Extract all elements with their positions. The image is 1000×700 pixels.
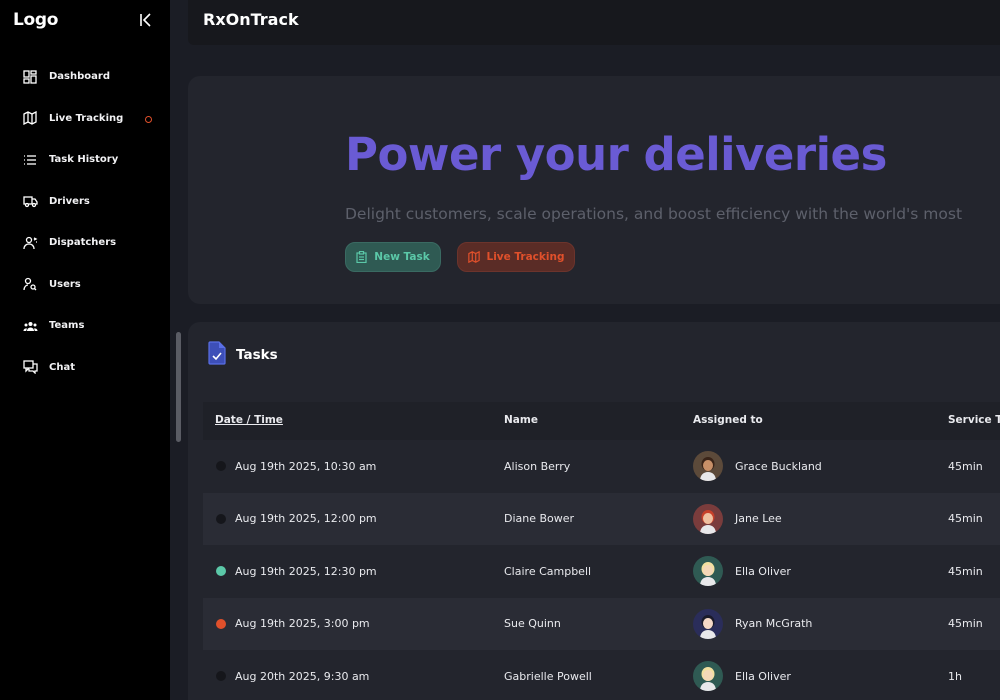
cell-name: Alison Berry: [504, 459, 571, 473]
map-icon: [467, 251, 480, 263]
cell-service-time: 45min: [948, 564, 983, 578]
chat-icon: [22, 359, 38, 375]
avatar: [693, 503, 723, 534]
sidebar-nav: Dashboard Live Tracking Task History Dri…: [0, 56, 170, 388]
sidebar-item-teams[interactable]: Teams: [0, 305, 170, 347]
sidebar-item-dashboard[interactable]: Dashboard: [0, 56, 170, 98]
top-header: RxOnTrack: [188, 0, 1000, 45]
cell-assigned: Jane Lee: [693, 493, 782, 546]
scrollbar[interactable]: [176, 332, 181, 442]
sidebar-item-label: Teams: [49, 320, 85, 332]
page-title: RxOnTrack: [203, 10, 299, 29]
sidebar-item-drivers[interactable]: Drivers: [0, 181, 170, 223]
live-tracking-button[interactable]: Live Tracking: [457, 242, 575, 272]
sidebar-item-label: Live Tracking: [49, 112, 124, 124]
hero-title: Power your deliveries: [345, 128, 887, 181]
cell-service-time: 45min: [948, 459, 983, 473]
new-task-button[interactable]: New Task: [345, 242, 441, 272]
status-dot: [216, 566, 226, 576]
sidebar: Logo Dashboard Live Tracking Task Histor…: [0, 0, 170, 700]
avatar: [693, 661, 723, 692]
map-icon: [22, 110, 38, 126]
avatar: [693, 451, 723, 482]
assignee-name: Ryan McGrath: [735, 617, 813, 631]
table-row[interactable]: Aug 19th 2025, 12:30 pm Claire Campbell El…: [203, 545, 1000, 598]
list-icon: [22, 152, 38, 168]
clipboard-icon: [356, 251, 367, 263]
cell-name: Claire Campbell: [504, 564, 592, 578]
avatar: [693, 608, 723, 639]
column-header-datetime[interactable]: Date / Time: [215, 414, 283, 426]
column-header-assigned: Assigned to: [693, 414, 763, 426]
hero-banner: Power your deliveries Delight customers,…: [188, 76, 1000, 304]
status-dot: [216, 513, 226, 524]
sidebar-item-label: Users: [49, 278, 81, 290]
sidebar-item-label: Dashboard: [49, 71, 110, 83]
sidebar-item-label: Chat: [49, 361, 75, 373]
dispatcher-icon: [22, 235, 38, 251]
status-dot: [216, 461, 226, 471]
logo[interactable]: Logo: [13, 10, 58, 30]
sidebar-item-live-tracking[interactable]: Live Tracking: [0, 98, 170, 140]
task-document-icon: [207, 341, 227, 369]
notification-dot: [145, 115, 152, 123]
cell-name: Diane Bower: [504, 512, 575, 526]
cell-assigned: Grace Buckland: [693, 440, 822, 493]
cell-assigned: Ella Oliver: [693, 545, 791, 598]
assignee-name: Grace Buckland: [735, 459, 822, 473]
cell-service-time: 45min: [948, 617, 983, 631]
table-row[interactable]: Aug 19th 2025, 12:00 pm Diane Bower Jane L…: [203, 492, 1000, 546]
sidebar-item-users[interactable]: Users: [0, 264, 170, 306]
cell-service-time: 45min: [948, 512, 983, 526]
sidebar-item-chat[interactable]: Chat: [0, 347, 170, 389]
table-row[interactable]: Aug 20th 2025, 9:30 am Gabrielle Powell El…: [203, 650, 1000, 700]
collapse-sidebar-icon[interactable]: [138, 12, 154, 28]
cell-name: Sue Quinn: [504, 617, 561, 631]
sidebar-item-label: Dispatchers: [49, 237, 117, 249]
new-task-label: New Task: [374, 251, 430, 263]
column-header-name: Name: [504, 414, 538, 426]
user-search-icon: [22, 276, 38, 292]
column-header-service: Service T: [948, 414, 1000, 426]
cell-name: Gabrielle Powell: [504, 669, 592, 683]
cell-assigned: Ella Oliver: [693, 650, 791, 700]
avatar: [693, 556, 723, 587]
table-header: Date / Time Name Assigned to Service T: [203, 402, 1000, 440]
tasks-title: Tasks: [236, 347, 278, 363]
tasks-card: Tasks Date / Time Name Assigned to Servi…: [188, 322, 1000, 700]
assignee-name: Jane Lee: [735, 512, 782, 526]
cell-service-time: 1h: [948, 669, 962, 683]
cell-datetime: Aug 19th 2025, 12:00 pm: [235, 512, 377, 526]
assignee-name: Ella Oliver: [735, 564, 791, 578]
cell-datetime: Aug 19th 2025, 3:00 pm: [235, 617, 370, 631]
assignee-name: Ella Oliver: [735, 669, 791, 683]
status-dot: [216, 671, 226, 681]
table-row[interactable]: Aug 19th 2025, 3:00 pm Sue Quinn Ryan McGr…: [203, 597, 1000, 651]
table-row[interactable]: Aug 19th 2025, 10:30 am Alison Berry Grace…: [203, 440, 1000, 493]
cell-datetime: Aug 20th 2025, 9:30 am: [235, 669, 370, 683]
sidebar-item-label: Task History: [49, 154, 119, 166]
cell-assigned: Ryan McGrath: [693, 598, 812, 651]
sidebar-item-label: Drivers: [49, 195, 90, 207]
dashboard-icon: [22, 69, 38, 85]
sidebar-item-task-history[interactable]: Task History: [0, 139, 170, 181]
tasks-header: Tasks: [207, 341, 278, 369]
hero-subtitle: Delight customers, scale operations, and…: [345, 205, 963, 223]
cell-datetime: Aug 19th 2025, 10:30 am: [235, 459, 377, 473]
sidebar-item-dispatchers[interactable]: Dispatchers: [0, 222, 170, 264]
team-icon: [22, 318, 38, 334]
truck-icon: [22, 193, 38, 209]
status-dot: [216, 618, 226, 629]
cell-datetime: Aug 19th 2025, 12:30 pm: [235, 564, 377, 578]
live-tracking-label: Live Tracking: [486, 251, 565, 263]
